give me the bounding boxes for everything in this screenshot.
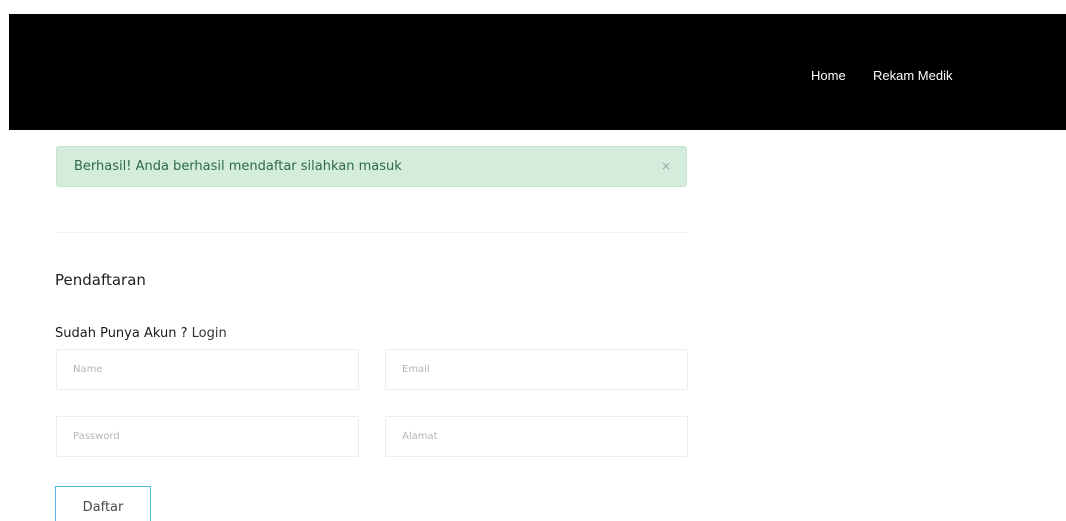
name-field[interactable] (56, 349, 359, 390)
page: Home Rekam Medik Berhasil! Anda berhasil… (0, 0, 1066, 521)
alert-message: Berhasil! Anda berhasil mendaftar silahk… (74, 159, 402, 174)
nav-link-rekam-medik[interactable]: Rekam Medik (873, 68, 952, 84)
close-icon[interactable]: × (659, 157, 673, 175)
account-prompt-text: Sudah Punya Akun ? (55, 326, 188, 341)
page-title: Pendaftaran (55, 271, 146, 289)
email-field[interactable] (385, 349, 688, 390)
password-field[interactable] (56, 416, 359, 457)
account-prompt-line: Sudah Punya Akun ? Login (55, 325, 227, 343)
alamat-field[interactable] (385, 416, 688, 457)
top-navbar: Home Rekam Medik (9, 14, 1066, 130)
login-link[interactable]: Login (192, 326, 227, 341)
divider (56, 232, 687, 233)
nav-link-home[interactable]: Home (811, 68, 846, 84)
daftar-button[interactable]: Daftar (55, 486, 151, 521)
success-alert: Berhasil! Anda berhasil mendaftar silahk… (56, 146, 687, 187)
